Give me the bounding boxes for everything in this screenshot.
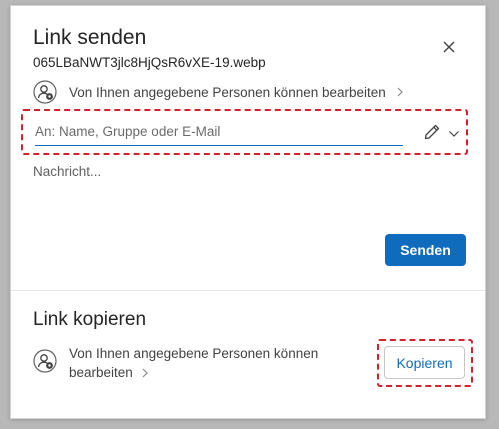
permission-dropdown-button[interactable] bbox=[448, 126, 460, 137]
copy-button-highlight: Kopieren bbox=[377, 339, 473, 387]
copy-button[interactable]: Kopieren bbox=[384, 346, 465, 379]
copy-link-settings-button[interactable]: Von Ihnen angegebene Personen können bea… bbox=[33, 344, 353, 382]
chevron-right-icon bbox=[142, 369, 148, 378]
share-dialog: Link senden 065LBaNWT3jlc8HjQsR6vXE-19.w… bbox=[10, 5, 486, 419]
link-permission-label: Von Ihnen angegebene Personen können bea… bbox=[69, 84, 386, 100]
dialog-title: Link senden bbox=[33, 26, 147, 49]
recipient-input[interactable] bbox=[35, 122, 403, 146]
copy-link-permission-label: Von Ihnen angegebene Personen können bea… bbox=[69, 346, 319, 380]
section-divider bbox=[11, 290, 485, 291]
people-settings-icon bbox=[33, 349, 57, 373]
file-name: 065LBaNWT3jlc8HjQsR6vXE-19.webp bbox=[33, 55, 266, 70]
chevron-down-icon bbox=[449, 131, 459, 137]
recipient-field-highlight bbox=[21, 109, 468, 155]
close-button[interactable] bbox=[438, 36, 460, 58]
send-button[interactable]: Senden bbox=[385, 234, 466, 266]
link-settings-button[interactable]: Von Ihnen angegebene Personen können bea… bbox=[33, 80, 404, 104]
pencil-icon bbox=[424, 124, 440, 140]
message-input[interactable] bbox=[33, 164, 453, 214]
close-icon bbox=[443, 41, 455, 53]
copy-link-title: Link kopieren bbox=[33, 309, 147, 330]
chevron-right-icon bbox=[397, 87, 403, 97]
people-settings-icon bbox=[33, 80, 57, 104]
copy-link-permission-text: Von Ihnen angegebene Personen können bea… bbox=[69, 344, 339, 382]
edit-permission-button[interactable] bbox=[422, 122, 442, 142]
